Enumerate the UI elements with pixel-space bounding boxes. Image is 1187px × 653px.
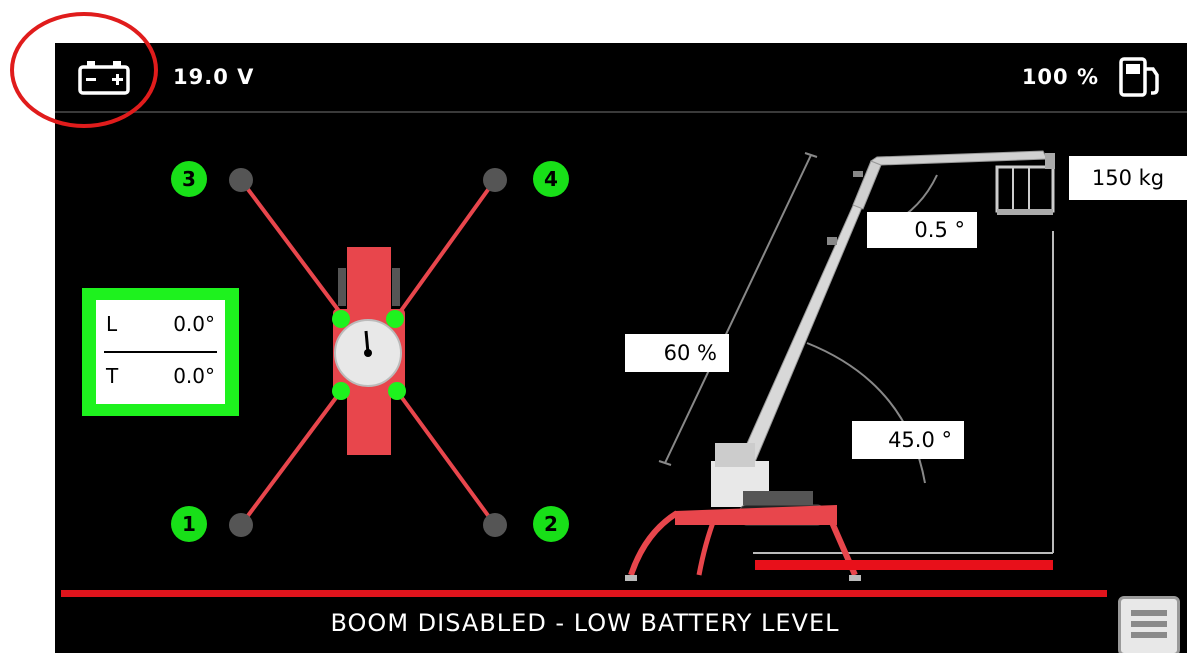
menu-button[interactable]: [1118, 596, 1180, 653]
fuel-level: 100 %: [1021, 65, 1099, 89]
tilt-panel: L 0.0° T 0.0°: [82, 288, 239, 416]
outrigger-foot-2: [483, 513, 507, 537]
tilt-t-label: T: [106, 364, 119, 388]
top-status-bar: 19.0 V 100 %: [55, 43, 1187, 111]
fuel-pump-icon: [1119, 57, 1159, 97]
tilt-t-value: 0.0°: [173, 364, 215, 388]
boom-angle: 45.0 °: [852, 421, 964, 459]
menu-icon: [1131, 610, 1167, 616]
annotation-circle: [10, 12, 158, 128]
machine-scene: 3 4 1 2 L 0.0° T 0.0° 150 kg 0.5 ° 60 % …: [55, 113, 1187, 593]
tilt-l-value: 0.0°: [173, 312, 215, 336]
tilt-l-label: L: [106, 312, 118, 336]
boom-extension: 60 %: [625, 334, 729, 372]
boom-basket: [995, 165, 1055, 213]
outrigger-foot-1: [229, 513, 253, 537]
jib-angle: 0.5 °: [867, 212, 977, 248]
outrigger-badge-3: 3: [171, 161, 207, 197]
tilt-row-t: T 0.0°: [96, 352, 225, 402]
tilt-row-l: L 0.0°: [96, 300, 225, 350]
outrigger-foot-4: [483, 168, 507, 192]
status-message: BOOM DISABLED - LOW BATTERY LEVEL: [330, 609, 840, 637]
outrigger-badge-2: 2: [533, 506, 569, 542]
display-screen: 19.0 V 100 % 3 4 1 2 L 0.0° T 0.0° 150 k…: [55, 43, 1187, 653]
menu-icon-line: [1131, 632, 1167, 638]
outrigger-badge-4: 4: [533, 161, 569, 197]
outrigger-badge-1: 1: [171, 506, 207, 542]
load-weight: 150 kg: [1069, 156, 1187, 200]
ground-level-bar: [755, 560, 1053, 570]
menu-icon-line: [1131, 621, 1167, 627]
battery-voltage: 19.0 V: [173, 65, 255, 89]
alert-divider: [61, 590, 1107, 597]
outrigger-foot-3: [229, 168, 253, 192]
